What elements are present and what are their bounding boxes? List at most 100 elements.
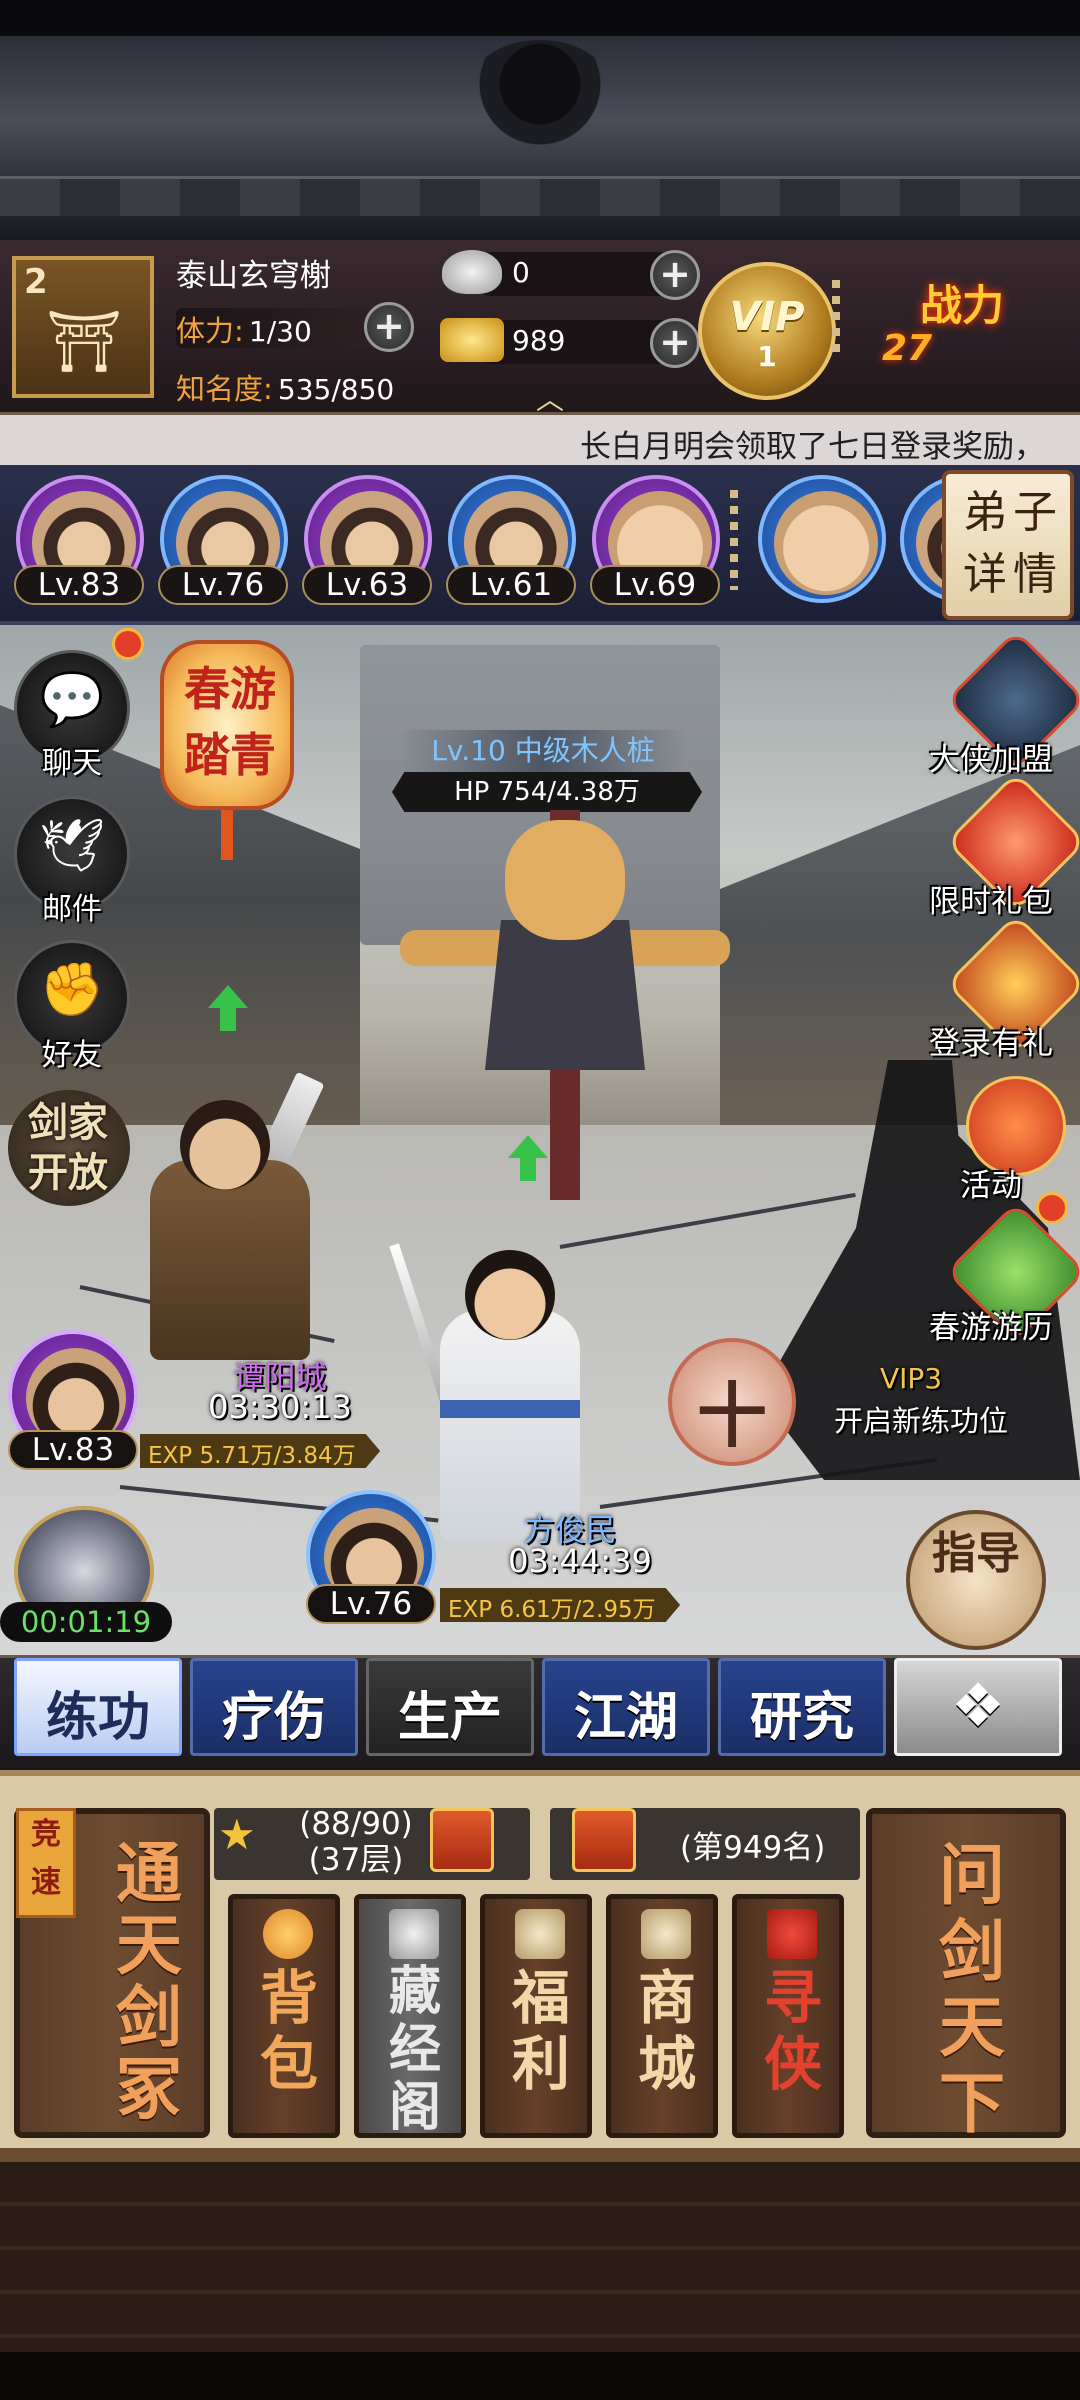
disciple-detail-button[interactable]: 弟子详情 — [942, 470, 1074, 620]
add-stamina-button[interactable]: + — [364, 302, 414, 352]
power-value: 27 — [882, 328, 933, 369]
hero-exp-text: EXP 5.71万/3.84万 — [148, 1443, 356, 1469]
gift-box-icon[interactable] — [430, 1808, 494, 1872]
tab-label: 疗伤 — [221, 1688, 326, 1748]
gift-box-icon[interactable] — [572, 1808, 636, 1872]
tongtian-sword-tomb-button[interactable]: 竞速 通天剑冢 — [14, 1808, 210, 2138]
add-gold-button[interactable]: + — [650, 318, 700, 368]
peach-icon — [263, 1909, 313, 1959]
disciple-level: Lv.83 — [14, 565, 144, 605]
disciple-portrait-unassigned[interactable] — [758, 475, 886, 603]
speech-bubble-icon: 💬 — [39, 670, 105, 730]
chat-label: 聊天 — [42, 746, 102, 781]
diamond-knot-icon: ❖ — [951, 1671, 1005, 1741]
player-level-badge[interactable]: 2 ⛩ — [12, 256, 154, 398]
tab-label: 练功 — [45, 1688, 150, 1748]
pavilion-icon — [389, 1909, 439, 1959]
gold-amount: 989 — [512, 324, 566, 357]
roof-banner — [0, 0, 1080, 240]
mail-label: 邮件 — [42, 892, 102, 927]
wooden-training-dummy[interactable] — [400, 810, 730, 1210]
hero-level: Lv.76 — [306, 1584, 436, 1624]
tongtian-label: 通天剑冢 — [116, 1835, 182, 2128]
gold-ingot-icon — [440, 318, 504, 362]
shop-button[interactable]: 商城 — [606, 1894, 718, 2138]
speed-badge: 竞速 — [16, 1808, 76, 1918]
panel-border — [0, 2148, 1080, 2162]
disciple-level: Lv.63 — [302, 565, 432, 605]
disciple-level: Lv.69 — [590, 565, 720, 605]
menu-label: 寻侠 — [763, 1964, 822, 2098]
hero-exp-bar: EXP 6.61万/2.95万 — [440, 1588, 680, 1622]
tab-practice[interactable]: 练功 — [14, 1658, 182, 1756]
fame-label: 知名度: — [176, 372, 273, 406]
temple-icon: ⛩ — [46, 307, 123, 377]
seek-hero-button[interactable]: 寻侠 — [732, 1894, 844, 2138]
tab-jianghu[interactable]: 江湖 — [542, 1658, 710, 1756]
event-label: 大侠加盟 — [929, 742, 1053, 778]
disciple-level: Lv.61 — [446, 565, 576, 605]
stamina-label: 体力: — [176, 314, 244, 348]
vip-level: 1 — [757, 340, 777, 373]
hero-fighter-center[interactable] — [389, 1230, 610, 1550]
tab-produce[interactable]: 生产 — [366, 1658, 534, 1756]
tab-label: 生产 — [397, 1688, 502, 1748]
sword-home-label: 剑家开放 — [28, 1100, 108, 1196]
hero-level: Lv.83 — [8, 1430, 138, 1470]
disciple-row: Lv.83 Lv.76 Lv.63 Lv.61 Lv.69 — [0, 465, 1080, 625]
announcement-text: 长白月明会领取了七日登录奖励， — [580, 429, 1045, 465]
notification-dot — [112, 628, 144, 660]
target-hp: HP 754/4.38万 — [392, 772, 702, 812]
add-silver-button[interactable]: + — [650, 250, 700, 300]
event-label: 登录有礼 — [929, 1026, 1053, 1062]
fist-icon: ✊ — [39, 960, 105, 1020]
plus-icon: 十 — [697, 1375, 767, 1457]
tower-progress: (88/90) (37层) — [286, 1806, 426, 1878]
hero-fighter-left[interactable] — [110, 1070, 350, 1370]
disciple-level: Lv.76 — [158, 565, 288, 605]
star-count: (88/90) — [299, 1806, 413, 1842]
unlock-slot-text: 开启新练功位 — [834, 1404, 1009, 1438]
countdown-timer: 00:01:19 — [0, 1602, 172, 1642]
silver-amount: 0 — [512, 256, 530, 289]
hero-exp-bar: EXP 5.71万/3.84万 — [140, 1434, 380, 1468]
divider-dots — [730, 490, 738, 590]
tab-heal[interactable]: 疗伤 — [190, 1658, 358, 1756]
stamina-value: 1/30 — [248, 315, 312, 348]
guide-button[interactable]: 指导 — [906, 1510, 1046, 1650]
player-level: 2 — [24, 262, 48, 302]
tab-research[interactable]: 研究 — [718, 1658, 886, 1756]
combat-power[interactable]: 战力 27 — [870, 266, 1070, 386]
spring-outing-label: 春游踏青 — [184, 662, 276, 782]
vip-label: VIP — [729, 294, 805, 340]
tab-more[interactable]: ❖ — [894, 1658, 1062, 1756]
floor-decoration — [0, 2162, 1080, 2400]
roof-eave — [0, 176, 1080, 216]
welfare-button[interactable]: 福利 — [480, 1894, 592, 2138]
silver-ingot-icon — [442, 250, 502, 294]
menu-label: 藏经阁 — [388, 1962, 441, 2138]
player-name: 泰山玄穹榭 — [176, 258, 331, 294]
coin-icon — [515, 1909, 565, 1959]
menu-label: 背包 — [259, 1964, 318, 2098]
event-label: 春游游历 — [929, 1310, 1053, 1346]
notification-dot — [1036, 1192, 1068, 1224]
chevron-up-icon[interactable]: ︿ — [528, 378, 572, 416]
friends-label: 好友 — [42, 1038, 102, 1073]
vip-badge[interactable]: VIP 1 — [698, 262, 836, 400]
event-label: 限时礼包 — [929, 884, 1053, 920]
ask-sword-world-button[interactable]: 问剑天下 — [866, 1808, 1066, 2142]
tab-label: 江湖 — [573, 1688, 678, 1748]
tab-label: 研究 — [749, 1688, 854, 1748]
target-name: Lv.10 中级木人桩 — [398, 730, 688, 772]
rank-text: (第949名) — [680, 1830, 826, 1866]
announcement-marquee: 长白月明会领取了七日登录奖励， — [0, 415, 1080, 465]
disciple-detail-label: 弟子详情 — [963, 487, 1063, 600]
bag-button[interactable]: 背包 — [228, 1894, 340, 2138]
spring-outing-lantern[interactable]: 春游踏青 — [160, 640, 294, 810]
guide-label: 指导 — [932, 1528, 1020, 1579]
star-icon: ★ — [218, 1810, 256, 1859]
menu-label: 福利 — [511, 1964, 570, 2098]
library-button[interactable]: 藏经阁 — [354, 1894, 466, 2138]
add-training-slot-button[interactable]: 十 — [668, 1338, 796, 1466]
